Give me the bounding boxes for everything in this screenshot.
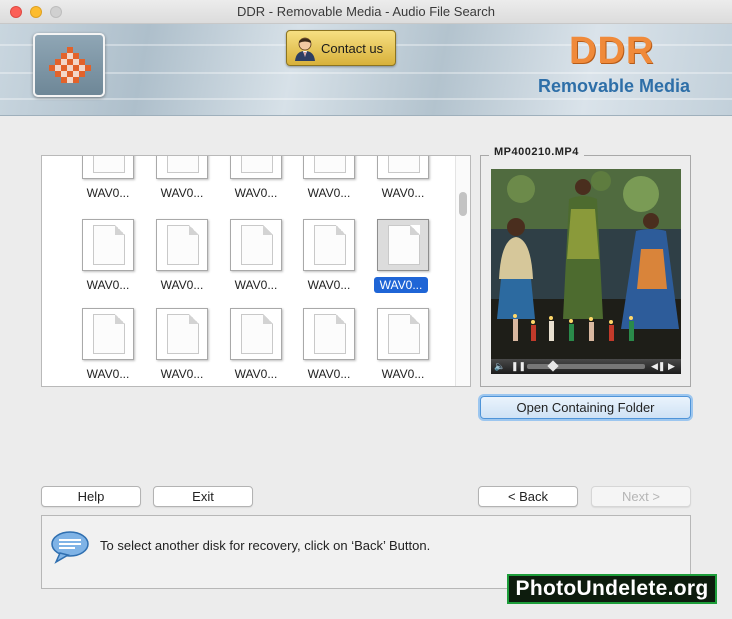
- document-icon: [93, 314, 125, 354]
- file-thumbnail: [303, 219, 355, 271]
- document-icon: [241, 225, 273, 265]
- file-item-selected[interactable]: WAV0...: [370, 219, 430, 299]
- vertical-scrollbar[interactable]: [455, 156, 470, 386]
- document-icon: [167, 156, 199, 173]
- seek-knob[interactable]: [547, 360, 559, 372]
- document-icon: [93, 225, 125, 265]
- file-label: WAV0...: [307, 367, 351, 381]
- rewind-icon[interactable]: ◀❚: [651, 361, 665, 372]
- file-label: WAV0...: [160, 278, 204, 292]
- document-icon: [241, 156, 273, 173]
- file-thumbnail: [230, 308, 282, 360]
- file-thumbnail: [377, 308, 429, 360]
- file-label: WAV0...: [86, 278, 130, 292]
- document-icon: [388, 225, 420, 265]
- pause-icon[interactable]: ❚❚: [511, 361, 526, 372]
- file-item[interactable]: WAV0...: [75, 156, 135, 207]
- help-button[interactable]: Help: [41, 486, 141, 507]
- contact-us-label: Contact us: [321, 41, 384, 56]
- file-item[interactable]: WAV0...: [296, 308, 356, 386]
- file-item[interactable]: WAV0...: [223, 219, 283, 299]
- file-item[interactable]: WAV0...: [223, 308, 283, 386]
- file-label: WAV0...: [234, 186, 278, 200]
- document-icon: [93, 156, 125, 173]
- volume-icon[interactable]: 🔈: [494, 361, 505, 372]
- file-thumbnail: [377, 219, 429, 271]
- video-preview[interactable]: [491, 169, 681, 359]
- file-label: WAV0...: [160, 186, 204, 200]
- file-thumbnail: [230, 156, 282, 179]
- file-label: WAV0...: [381, 367, 425, 381]
- file-thumbnail: [82, 156, 134, 179]
- file-thumbnail: [303, 156, 355, 179]
- file-thumbnail: [82, 219, 134, 271]
- document-icon: [167, 314, 199, 354]
- document-icon: [314, 156, 346, 173]
- file-label: WAV0...: [86, 186, 130, 200]
- file-thumbnail: [156, 156, 208, 179]
- title-bar: DDR - Removable Media - Audio File Searc…: [0, 0, 732, 24]
- status-message: To select another disk for recovery, cli…: [100, 538, 431, 553]
- file-label: WAV0...: [307, 186, 351, 200]
- file-item[interactable]: WAV0...: [149, 219, 209, 299]
- seek-bar[interactable]: [527, 364, 645, 369]
- open-containing-folder-button[interactable]: Open Containing Folder: [480, 396, 691, 419]
- file-thumbnail: [230, 219, 282, 271]
- file-item[interactable]: WAV0...: [149, 156, 209, 207]
- file-label: WAV0...: [234, 278, 278, 292]
- video-frame-image: [491, 169, 681, 359]
- file-thumbnail: [82, 308, 134, 360]
- file-label: WAV0...: [86, 367, 130, 381]
- file-thumbnail: [156, 219, 208, 271]
- video-controls: 🔈 ❚❚ ◀❚ ▶: [491, 359, 681, 374]
- file-item[interactable]: WAV0...: [370, 156, 430, 207]
- contact-us-button[interactable]: Contact us: [286, 30, 396, 66]
- file-item[interactable]: WAV0...: [296, 219, 356, 299]
- watermark-logo: PhotoUndelete.org: [507, 574, 717, 604]
- file-label: WAV0...: [234, 367, 278, 381]
- file-item[interactable]: WAV0...: [75, 308, 135, 386]
- back-button[interactable]: < Back: [478, 486, 578, 507]
- document-icon: [314, 225, 346, 265]
- app-logo: [33, 33, 105, 97]
- speech-bubble-icon: [51, 531, 89, 564]
- file-item[interactable]: WAV0...: [223, 156, 283, 207]
- file-item[interactable]: WAV0...: [75, 219, 135, 299]
- document-icon: [388, 156, 420, 173]
- checker-logo-icon: [49, 47, 91, 83]
- brand-subtitle: Removable Media: [538, 76, 691, 96]
- window-title: DDR - Removable Media - Audio File Searc…: [237, 4, 495, 19]
- document-icon: [167, 225, 199, 265]
- file-label: WAV0...: [381, 186, 425, 200]
- file-item[interactable]: WAV0...: [149, 308, 209, 386]
- file-label: WAV0...: [307, 278, 351, 292]
- document-icon: [241, 314, 273, 354]
- exit-button[interactable]: Exit: [153, 486, 253, 507]
- file-item[interactable]: WAV0...: [370, 308, 430, 386]
- file-item[interactable]: WAV0...: [296, 156, 356, 207]
- next-button[interactable]: Next >: [591, 486, 691, 507]
- forward-icon[interactable]: ▶: [668, 361, 675, 372]
- document-icon: [314, 314, 346, 354]
- file-grid-panel: WAV0... WAV0... WAV0... WAV0... WAV0... WAV0.…: [41, 155, 471, 387]
- document-icon: [388, 314, 420, 354]
- file-thumbnail: [377, 156, 429, 179]
- file-label: WAV0...: [160, 367, 204, 381]
- file-thumbnail: [303, 308, 355, 360]
- brand-title: DDR: [569, 30, 655, 72]
- header-banner: Contact us DDR Removable Media: [0, 24, 732, 116]
- file-label: WAV0...: [374, 277, 428, 293]
- file-thumbnail: [156, 308, 208, 360]
- preview-filename: MP400210.MP4: [489, 146, 584, 158]
- person-icon: [295, 37, 315, 61]
- scrollbar-thumb[interactable]: [459, 192, 467, 216]
